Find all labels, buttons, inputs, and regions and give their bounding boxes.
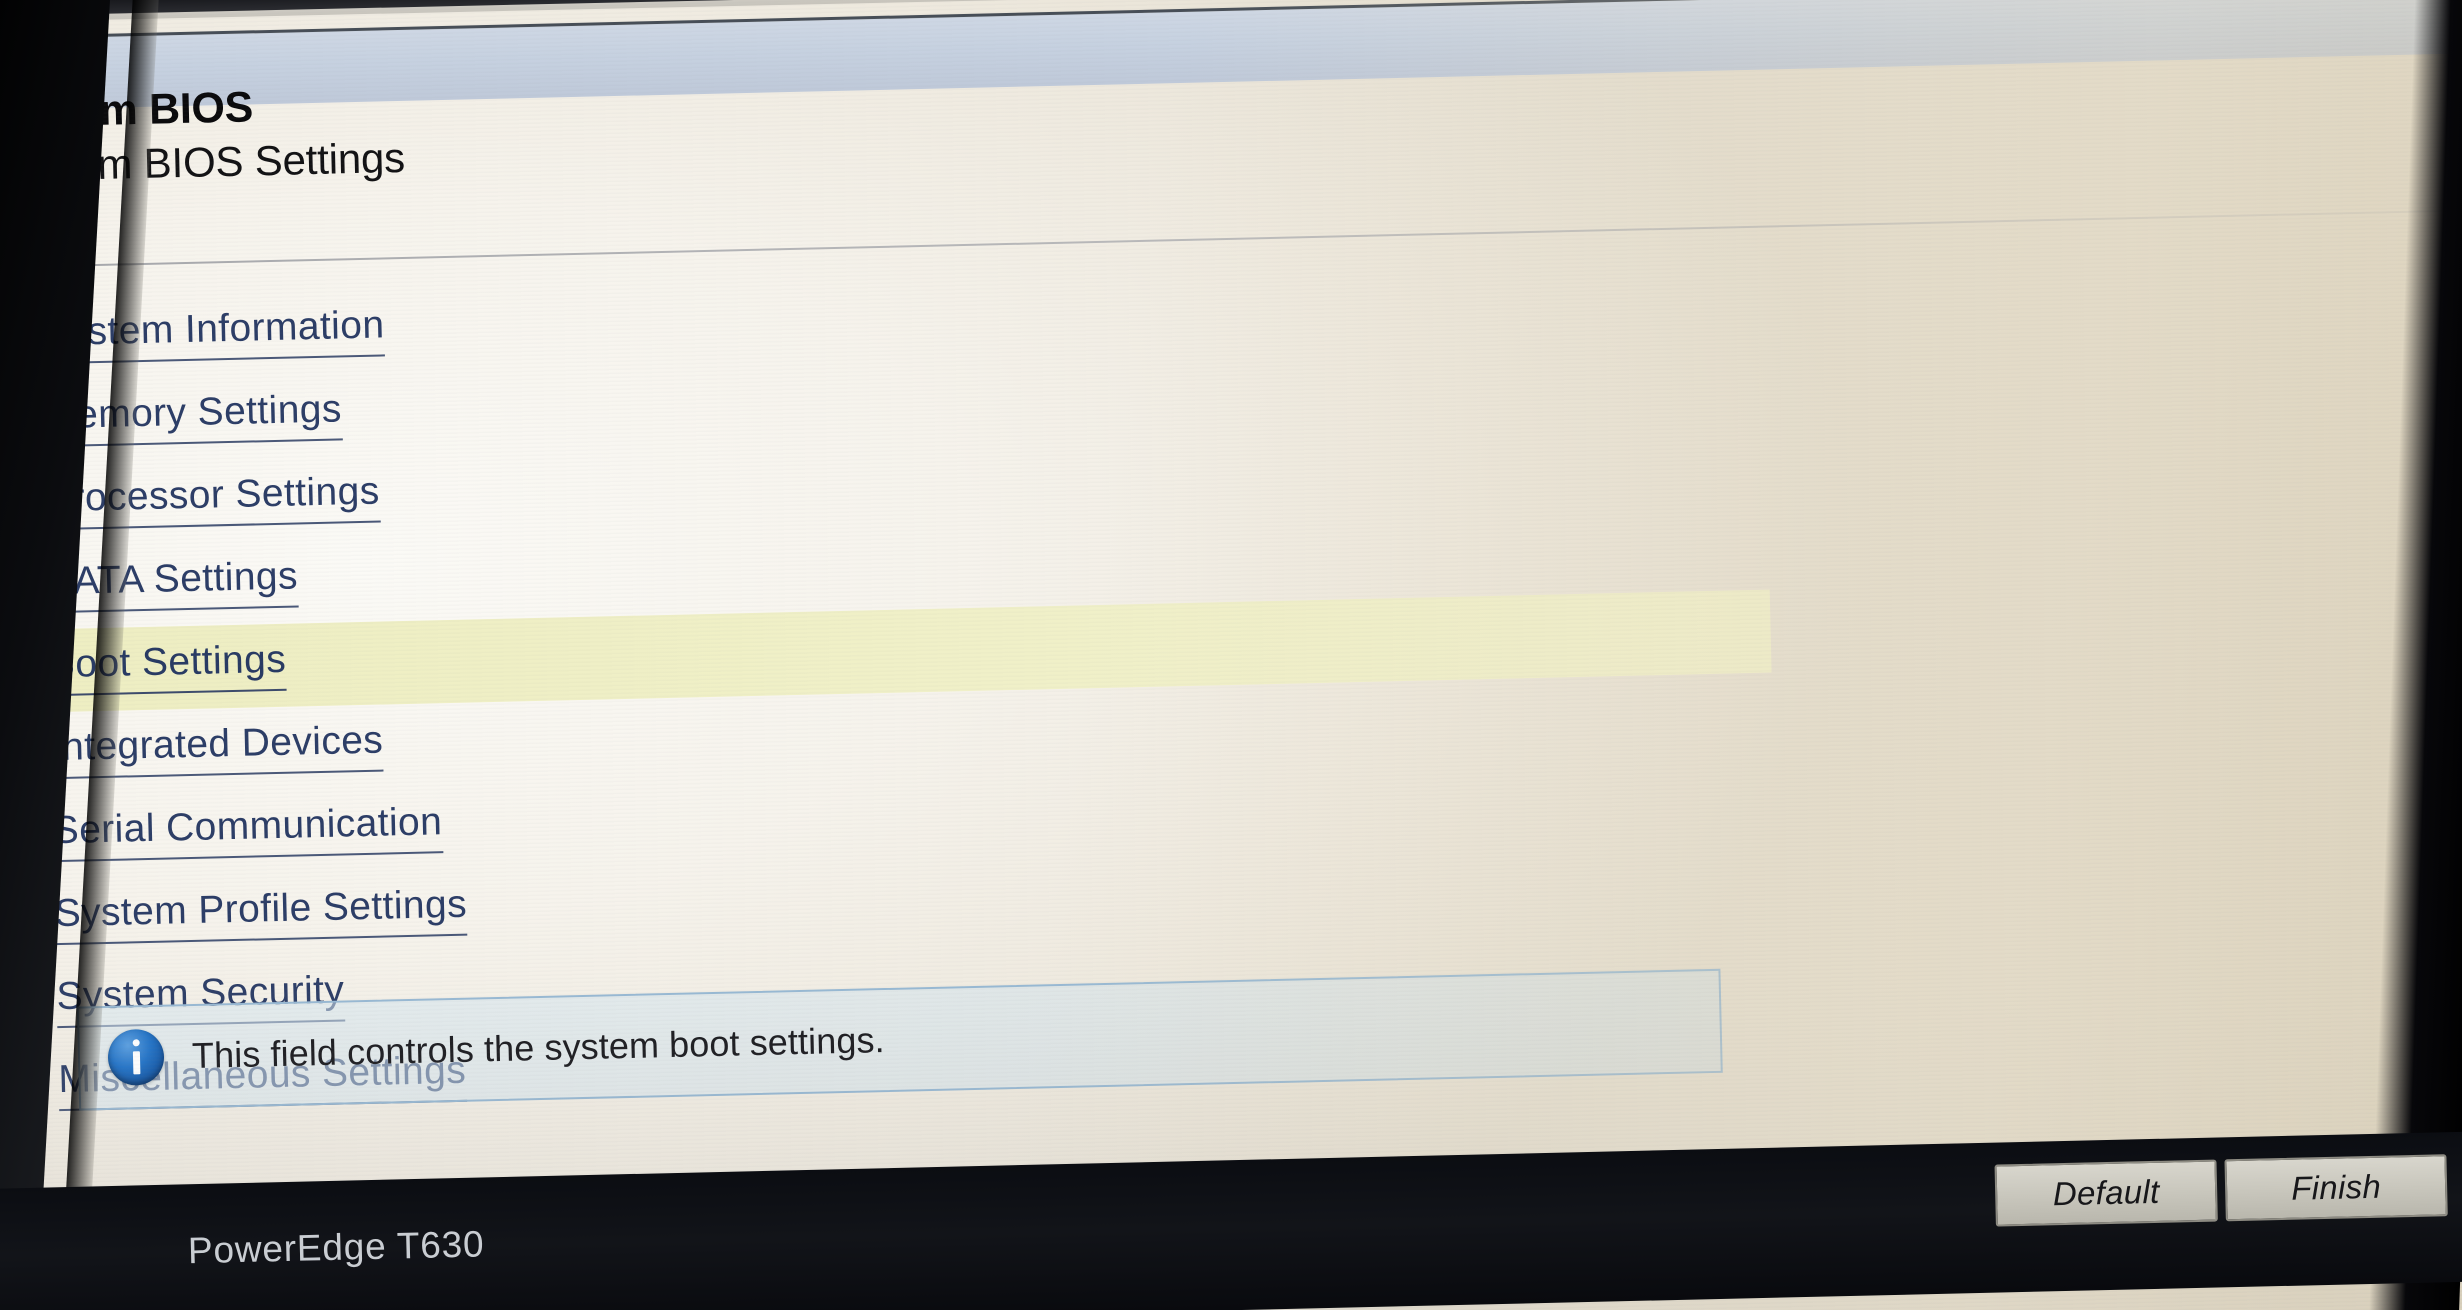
screen-area: System BIOS System BIOS Settings System … xyxy=(0,0,2462,1310)
action-button-row: Default Finish xyxy=(1994,1154,2448,1227)
monitor-photo: System BIOS System BIOS Settings System … xyxy=(0,0,2462,1310)
title-divider xyxy=(0,206,2462,272)
help-text: This field controls the system boot sett… xyxy=(191,1019,886,1077)
window-title-bar: System BIOS xyxy=(0,0,2462,138)
menu-item-label: System Profile Settings xyxy=(54,882,468,946)
default-button[interactable]: Default xyxy=(1994,1159,2218,1227)
finish-button[interactable]: Finish xyxy=(2224,1154,2448,1222)
menu-item-label: Processor Settings xyxy=(45,469,381,531)
system-model-label: PowerEdge T630 xyxy=(187,1223,485,1272)
bios-screen: System BIOS System BIOS Settings System … xyxy=(0,0,2462,1310)
menu-item-label: SATA Settings xyxy=(47,554,299,614)
menu-item-label: System Information xyxy=(41,303,386,365)
menu-item-label: Boot Settings xyxy=(48,637,287,697)
info-icon xyxy=(107,1028,165,1086)
